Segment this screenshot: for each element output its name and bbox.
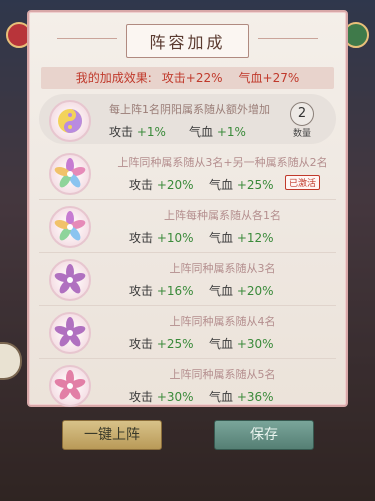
hp-label: 气血 — [189, 125, 214, 139]
bonus-description: 上阵同种属系随从5名 — [169, 368, 276, 381]
atk-label: 攻击 — [129, 337, 154, 351]
hp-value: +36% — [236, 390, 274, 404]
formation-bonus-panel: 阵容加成 我的加成效果: 攻击+22% 气血+27% 每上阵1名阴阳属系随从额外增加… — [27, 10, 348, 407]
bonus-description: 上阵同种属系随从3名 — [169, 262, 276, 275]
quantity-badge: 2 数量 — [284, 102, 320, 139]
atk-label: 攻击 — [129, 231, 154, 245]
flower-icon — [49, 312, 91, 354]
list-item[interactable]: 上阵同种属系随从5名 攻击 +30% 气血 +36% — [39, 359, 336, 411]
hp-label: 气血 — [209, 284, 234, 298]
quantity-label: 数量 — [292, 129, 311, 139]
hp-value: +25% — [236, 178, 274, 192]
one-key-deploy-button[interactable]: 一键上阵 — [62, 420, 162, 450]
atk-label: 攻击 — [129, 390, 154, 404]
atk-value: +25% — [156, 337, 194, 351]
bonus-description: 上阵同种属系随从3名+另一种属系随从2名 — [117, 156, 328, 169]
bonus-summary: 我的加成效果: 攻击+22% 气血+27% — [41, 67, 334, 89]
hp-label: 气血 — [209, 231, 234, 245]
summary-atk: 攻击+22% — [161, 71, 223, 85]
atk-value: +30% — [156, 390, 194, 404]
atk-value: +20% — [156, 178, 194, 192]
summary-label: 我的加成效果: — [75, 71, 152, 85]
hp-label: 气血 — [209, 178, 234, 192]
atk-label: 攻击 — [129, 178, 154, 192]
list-item[interactable]: 上阵同种属系随从4名 攻击 +25% 气血 +30% — [39, 306, 336, 359]
list-item[interactable]: 上阵同种属系随从3名 攻击 +16% 气血 +20% — [39, 253, 336, 306]
atk-value: +16% — [156, 284, 194, 298]
list-item[interactable]: 每上阵1名阴阳属系随从额外增加 攻击 +1% 气血 +1% 2 数量 — [39, 94, 336, 144]
atk-label: 攻击 — [109, 125, 134, 139]
activated-badge: 已激活 — [284, 175, 320, 190]
hp-value: +12% — [236, 231, 274, 245]
flower-icon — [49, 259, 91, 301]
bonus-list: 每上阵1名阴阳属系随从额外增加 攻击 +1% 气血 +1% 2 数量 上阵同种属… — [39, 94, 336, 411]
bonus-description: 上阵每种属系随从各1名 — [164, 209, 281, 222]
list-item[interactable]: 上阵每种属系随从各1名 攻击 +10% 气血 +12% — [39, 200, 336, 253]
summary-hp: 气血+27% — [238, 71, 300, 85]
hp-label: 气血 — [209, 337, 234, 351]
hp-value: +30% — [236, 337, 274, 351]
yinyang-icon — [49, 100, 91, 142]
bonus-description: 上阵同种属系随从4名 — [169, 315, 276, 328]
hp-value: +1% — [216, 125, 246, 139]
flower-icon — [49, 153, 91, 195]
page-title: 阵容加成 — [126, 24, 249, 58]
hp-value: +20% — [236, 284, 274, 298]
save-button[interactable]: 保存 — [214, 420, 314, 450]
atk-label: 攻击 — [129, 284, 154, 298]
list-item[interactable]: 上阵同种属系随从3名+另一种属系随从2名 攻击 +20% 气血 +25% 已激活 — [39, 147, 336, 200]
flower-icon — [49, 206, 91, 248]
atk-value: +10% — [156, 231, 194, 245]
flower-icon — [49, 365, 91, 407]
hp-label: 气血 — [209, 390, 234, 404]
atk-value: +1% — [136, 125, 166, 139]
quantity-value: 2 — [290, 102, 314, 126]
